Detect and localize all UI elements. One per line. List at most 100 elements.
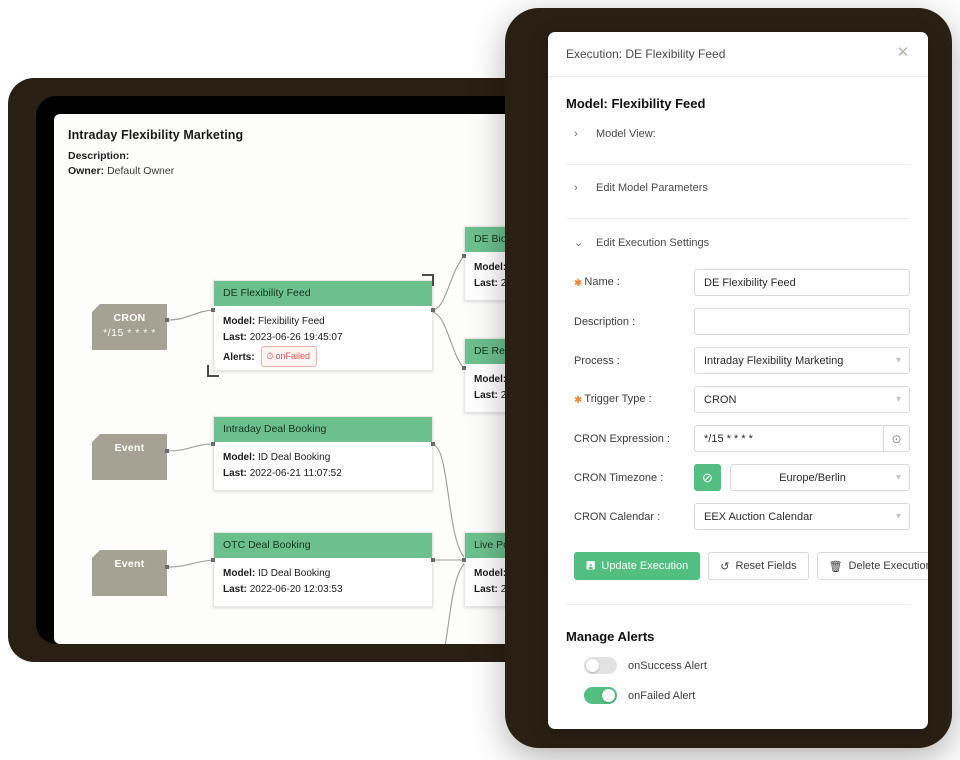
selection-handle-top-right (422, 274, 434, 286)
onsuccess-alert-toggle[interactable] (584, 657, 617, 674)
graph-node-otc-deal-booking[interactable]: OTC Deal Booking Model: ID Deal Booking … (213, 532, 433, 607)
node-last-label: Last: (474, 584, 498, 595)
cron-expression-input[interactable] (694, 425, 883, 452)
close-icon[interactable]: ✕ (894, 45, 912, 63)
panel-body: Model: Flexibility Feed › Model View: › … (548, 96, 928, 704)
section-edit-execution-settings[interactable]: ⌄ Edit Execution Settings (574, 236, 910, 250)
trigger-type-control: CRON ▾ (694, 386, 910, 413)
tablet-screen: Intraday Flexibility Marketing Descripti… (54, 114, 576, 644)
alerts-divider (566, 604, 910, 605)
section-divider (566, 164, 910, 165)
chevron-right-icon: › (574, 182, 578, 194)
reset-fields-button[interactable]: ↺ Reset Fields (708, 552, 809, 580)
toggle-knob (586, 659, 599, 672)
node-title: DE Flexibility Feed (214, 281, 432, 306)
node-model-value: Flexibility Feed (258, 316, 325, 327)
name-label: ✱ Name : (566, 276, 694, 289)
node-model-label: Model: (474, 374, 507, 385)
bell-icon: ⏱ (266, 351, 274, 361)
name-control (694, 269, 910, 296)
update-execution-button[interactable]: 🖪 Update Execution (574, 552, 701, 580)
trigger-cron[interactable]: CRON */15 * * * * (92, 304, 167, 350)
delete-execution-button[interactable]: 🗑 Delete Execution (816, 552, 928, 580)
required-marker-icon: ✱ (574, 278, 583, 289)
cron-timezone-select-wrap: Europe/Berlin ▾ (730, 464, 910, 491)
node-model-row: Model: ID Deal Booking (223, 566, 423, 582)
node-last-value: 2022-06-21 11:07:52 (249, 468, 342, 479)
cron-timezone-control: ⊘ Europe/Berlin ▾ (694, 464, 910, 491)
node-port (431, 558, 435, 562)
cron-timezone-select[interactable]: Europe/Berlin (730, 464, 910, 491)
node-alerts-row: Alerts: ⏱ onFailed (223, 346, 423, 367)
execution-panel: Execution: DE Flexibility Feed ✕ Model: … (548, 32, 928, 729)
graph-node-intraday-deal-booking[interactable]: Intraday Deal Booking Model: ID Deal Boo… (213, 416, 433, 491)
trigger-type-label: Event (114, 558, 145, 570)
globe-icon[interactable]: ⊘ (694, 464, 721, 491)
process-select[interactable]: Intraday Flexibility Marketing (694, 347, 910, 374)
toggle-knob (602, 689, 615, 702)
cron-timezone-label: CRON Timezone : (574, 471, 664, 484)
name-label-text: Name : (584, 276, 620, 288)
section-edit-model-parameters[interactable]: › Edit Model Parameters (574, 182, 910, 194)
cron-expression-label: CRON Expression : (574, 432, 670, 445)
node-port (431, 442, 435, 446)
panel-header: Execution: DE Flexibility Feed ✕ (548, 32, 928, 77)
trigger-type-label: CRON (113, 312, 146, 324)
process-label: Process : (574, 354, 620, 367)
toggle-row-onfailed: onFailed Alert (584, 687, 910, 704)
description-input[interactable] (694, 308, 910, 335)
node-last-row: Last: 2023-06-26 19:45:07 (223, 330, 423, 346)
description-control (694, 308, 910, 335)
process-graph: CRON */15 * * * * Event Event Event DE F… (54, 114, 576, 644)
name-input[interactable] (694, 269, 910, 296)
refresh-icon: ↺ (720, 560, 730, 573)
node-port (165, 318, 169, 322)
section-divider (566, 218, 910, 219)
model-heading: Model: Flexibility Feed (566, 96, 706, 111)
alert-chip-label: onFailed (275, 351, 311, 361)
node-port (211, 558, 215, 562)
form-action-buttons: 🖪 Update Execution ↺ Reset Fields 🗑 Dele… (574, 552, 928, 580)
execution-settings-form: ✱Name : Description : Process : Intrad (566, 269, 910, 530)
node-model-value: ID Deal Booking (258, 452, 331, 463)
node-port (165, 565, 169, 569)
cron-calendar-control: EEX Auction Calendar ▾ (694, 503, 910, 530)
node-title: OTC Deal Booking (214, 533, 432, 558)
node-model-label: Model: (223, 568, 256, 579)
graph-node-de-flexibility-feed[interactable]: DE Flexibility Feed Model: Flexibility F… (213, 280, 433, 371)
help-circle-icon[interactable]: ⊙ (883, 425, 910, 452)
node-last-value: 2022-06-20 12:03:53 (249, 584, 343, 595)
node-model-label: Model: (223, 316, 256, 327)
section-label: Edit Execution Settings (596, 236, 710, 249)
trigger-event-2[interactable]: Event (92, 550, 167, 596)
field-row-cron-timezone: CRON Timezone : ⊘ Europe/Berlin ▾ (566, 464, 910, 491)
field-row-description: Description : (566, 308, 910, 335)
node-model-row: Model: ID Deal Booking (223, 450, 423, 466)
node-model-label: Model: (474, 262, 507, 273)
onfailed-alert-label: onFailed Alert (628, 689, 696, 702)
alert-chip-onfailed[interactable]: ⏱ onFailed (261, 346, 318, 367)
save-icon: 🖪 (586, 559, 596, 572)
cron-calendar-select[interactable]: EEX Auction Calendar (694, 503, 910, 530)
trigger-detail-label: */15 * * * * (103, 327, 156, 339)
section-model-view[interactable]: › Model View: (574, 128, 910, 140)
node-last-label: Last: (223, 584, 247, 595)
onfailed-alert-toggle[interactable] (584, 687, 617, 704)
trigger-type-select[interactable]: CRON (694, 386, 910, 413)
node-title: Intraday Deal Booking (214, 417, 432, 442)
trigger-type-label: ✱ Trigger Type : (566, 393, 694, 406)
node-model-label: Model: (223, 452, 256, 463)
trigger-event-1[interactable]: Event (92, 434, 167, 480)
onsuccess-alert-label: onSuccess Alert (628, 659, 707, 672)
description-label: Description : (574, 315, 636, 328)
node-port (462, 366, 466, 370)
node-last-label: Last: (223, 468, 247, 479)
node-last-label: Last: (223, 332, 247, 343)
node-port (462, 254, 466, 258)
node-body: Model: ID Deal Booking Last: 2022-06-21 … (214, 442, 432, 490)
cron-expression-control: ⊙ (694, 425, 910, 452)
node-alerts-label: Alerts: (223, 352, 255, 363)
field-row-process: Process : Intraday Flexibility Marketing… (566, 347, 910, 374)
delete-execution-label: Delete Execution (848, 560, 928, 572)
field-row-trigger-type: ✱ Trigger Type : CRON ▾ (566, 386, 910, 413)
